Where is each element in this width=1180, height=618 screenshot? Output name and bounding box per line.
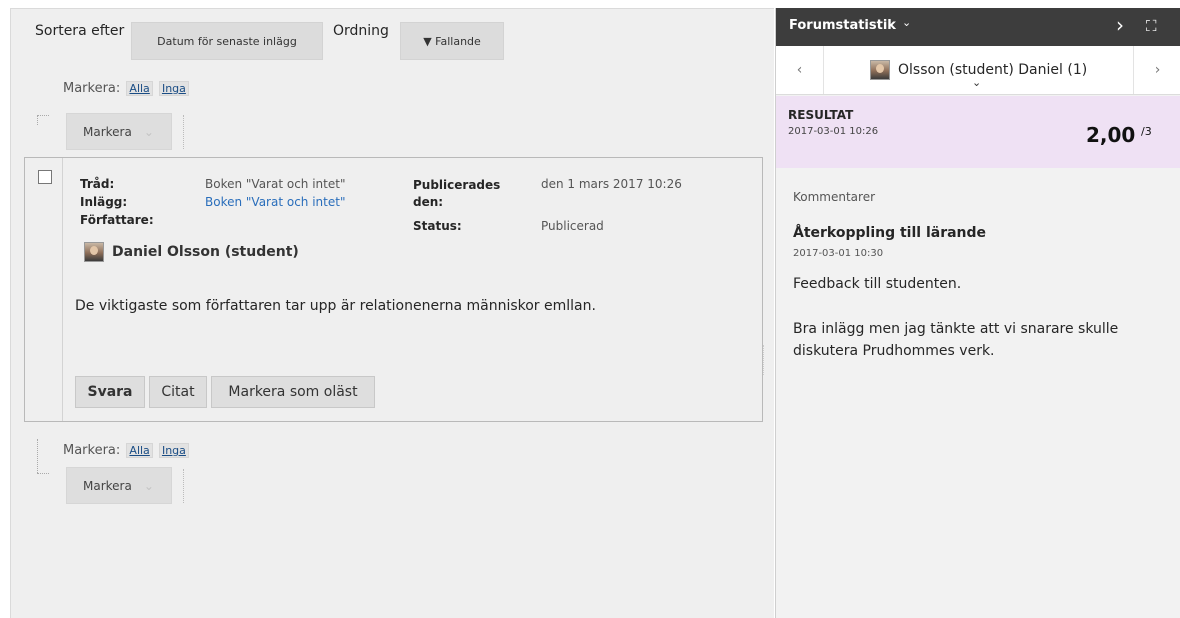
select-label: Markera: (63, 443, 121, 458)
fullscreen-icon[interactable]: ⛶ (1146, 17, 1157, 35)
published-key: Publicerades den: (413, 178, 501, 209)
divider (183, 469, 184, 503)
expand-icon[interactable]: › (1116, 13, 1124, 37)
previous-student-button[interactable]: ‹ (776, 46, 824, 94)
select-none-link[interactable]: Inga (158, 443, 189, 458)
chevron-right-icon: › (1154, 62, 1161, 78)
post-checkbox[interactable] (38, 170, 52, 184)
next-student-button[interactable]: › (1133, 46, 1180, 94)
reply-button[interactable]: Svara (75, 376, 145, 408)
score-max: /3 (1141, 125, 1152, 138)
post-card: Tråd: Boken "Varat och intet" Inlägg: Bo… (24, 157, 763, 422)
forum-statistics-panel: Forumstatistik ⌄ › ⛶ ‹ Olsson (student) … (775, 8, 1180, 618)
order-select[interactable]: ▼ Fallande (400, 22, 504, 60)
post-checkbox-column (25, 158, 63, 421)
author-row: Daniel Olsson (student) (84, 242, 299, 262)
select-none-link[interactable]: Inga (158, 81, 189, 96)
result-date: 2017-03-01 10:26 (788, 126, 879, 137)
published-value: den 1 mars 2017 10:26 (541, 177, 682, 191)
student-navigator: ‹ Olsson (student) Daniel (1) ⌄ › (776, 46, 1180, 95)
status-value: Publicerad (541, 219, 604, 233)
chevron-down-icon: ⌄ (972, 76, 982, 89)
order-label: Ordning (333, 23, 389, 39)
panel-title: Forumstatistik (789, 18, 896, 33)
chevron-down-icon: ⌄ (143, 124, 154, 139)
bulk-select-label: Markera (83, 124, 132, 139)
author-key: Författare: (80, 213, 154, 227)
select-row-top: Markera: Alla Inga (63, 81, 189, 96)
tree-connector (37, 439, 38, 473)
post-key: Inlägg: (80, 195, 128, 209)
tree-connector (37, 473, 49, 474)
status-key: Status: (413, 219, 462, 233)
bulk-select-button[interactable]: Markera ⌄ (66, 467, 172, 504)
post-body: De viktigaste som författaren tar upp är… (75, 298, 596, 314)
chevron-down-icon: ⌄ (901, 16, 912, 29)
tree-connector (37, 115, 49, 125)
bulk-select-label: Markera (83, 478, 132, 493)
avatar (870, 60, 890, 80)
thread-value: Boken "Varat och intet" (205, 177, 346, 191)
avatar (84, 242, 104, 262)
select-row-bottom: Markera: Alla Inga (63, 443, 189, 458)
chevron-down-icon: ⌄ (143, 478, 154, 493)
bulk-select-button[interactable]: Markera ⌄ (66, 113, 172, 150)
grade-result: RESULTAT 2017-03-01 10:26 2,00 /3 (776, 96, 1180, 168)
thread-key: Tråd: (80, 177, 115, 191)
panel-title-dropdown[interactable]: Forumstatistik ⌄ (789, 16, 912, 33)
author-name[interactable]: Daniel Olsson (student) (112, 244, 299, 260)
sort-by-label: Sortera efter (35, 23, 125, 39)
feedback-date: 2017-03-01 10:30 (793, 248, 884, 259)
student-name: Olsson (student) Daniel (1) (898, 62, 1088, 78)
panel-header: Forumstatistik ⌄ › ⛶ (776, 8, 1180, 46)
feedback-text: Bra inlägg men jag tänkte att vi snarare… (793, 321, 1119, 359)
post-title-link[interactable]: Boken "Varat och intet" (205, 195, 345, 209)
select-all-link[interactable]: Alla (126, 81, 153, 96)
sort-by-select[interactable]: Datum för senaste inlägg (131, 22, 323, 60)
divider (183, 115, 184, 149)
quote-button[interactable]: Citat (149, 376, 207, 408)
chevron-left-icon: ‹ (796, 62, 803, 78)
result-label: RESULTAT (788, 108, 854, 122)
select-all-link[interactable]: Alla (126, 443, 153, 458)
feedback-title: Återkoppling till lärande (793, 225, 987, 241)
feedback-text: Feedback till studenten. (793, 276, 962, 292)
mark-unread-button[interactable]: Markera som oläst (211, 376, 375, 408)
score-value: 2,00 (1086, 123, 1136, 147)
discussion-panel: Sortera efter Datum för senaste inlägg O… (10, 8, 774, 618)
divider (763, 345, 764, 375)
select-label: Markera: (63, 81, 121, 96)
comments-label: Kommentarer (793, 190, 876, 204)
